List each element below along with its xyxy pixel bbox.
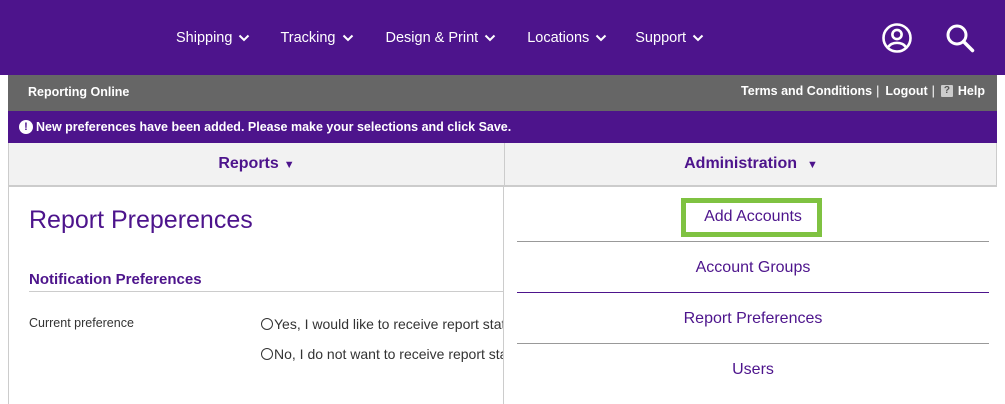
menu-item-report-preferences[interactable]: Report Preferences — [517, 310, 989, 328]
nav-item-tracking[interactable]: Tracking — [280, 30, 353, 46]
nav-item-label: Shipping — [176, 29, 233, 46]
radio-button[interactable] — [261, 318, 273, 330]
chevron-down-icon — [239, 34, 250, 42]
alert-icon: ! — [19, 120, 33, 134]
tab-reports[interactable]: Reports ▼ — [9, 143, 504, 185]
tab-label: Reports — [218, 155, 279, 172]
nav-item-design-print[interactable]: Design & Print — [386, 30, 497, 46]
nav-item-locations[interactable]: Locations — [527, 30, 607, 46]
search-icon[interactable] — [944, 22, 976, 54]
menu-item-add-accounts[interactable]: Add Accounts — [517, 208, 989, 226]
help-link[interactable]: Help — [958, 84, 985, 98]
section-title: Notification Preferences — [29, 271, 202, 288]
divider — [517, 343, 989, 344]
caret-down-icon: ▼ — [283, 159, 295, 171]
utility-links: Terms and Conditions | Logout | ? Help — [741, 84, 985, 98]
separator: | — [876, 84, 880, 98]
nav-item-label: Locations — [527, 29, 590, 46]
tab-administration[interactable]: Administration ▼ — [504, 143, 997, 185]
divider — [517, 241, 989, 242]
separator: | — [931, 84, 935, 98]
page-title: Report Preperences — [29, 206, 253, 234]
radio-button[interactable] — [261, 348, 273, 360]
tab-bar: Reports ▼ Administration ▼ — [8, 143, 997, 187]
nav-item-support[interactable]: Support — [635, 30, 704, 46]
app-title: Reporting Online — [28, 85, 130, 99]
terms-link[interactable]: Terms and Conditions — [741, 84, 872, 98]
notice-banner: ! New preferences have been added. Pleas… — [8, 111, 997, 143]
current-preference-label: Current preference — [29, 316, 134, 330]
divider — [29, 291, 509, 292]
nav-item-label: Support — [635, 29, 687, 46]
caret-down-icon: ▼ — [807, 159, 818, 171]
top-navigation: Shipping Tracking Design & Print Locatio… — [0, 0, 1005, 75]
nav-item-label: Design & Print — [385, 29, 479, 46]
nav-links: Shipping Tracking Design & Print Locatio… — [176, 0, 704, 75]
logout-link[interactable]: Logout — [885, 84, 927, 98]
account-icon[interactable] — [881, 22, 913, 54]
nav-item-label: Tracking — [280, 29, 336, 46]
help-icon[interactable]: ? — [940, 85, 953, 97]
app-subheader: Reporting Online Terms and Conditions | … — [8, 75, 997, 111]
nav-item-shipping[interactable]: Shipping — [176, 30, 250, 46]
divider — [517, 292, 989, 293]
chevron-down-icon — [692, 34, 704, 42]
chevron-down-icon — [342, 34, 353, 42]
chevron-down-icon — [596, 34, 607, 42]
menu-item-account-groups[interactable]: Account Groups — [517, 259, 989, 277]
administration-menu: Add Accounts Account Groups Report Prefe… — [503, 187, 997, 404]
chevron-down-icon — [484, 34, 496, 42]
notice-text: New preferences have been added. Please … — [36, 120, 512, 134]
tab-label: Administration — [684, 155, 797, 172]
menu-item-users[interactable]: Users — [517, 361, 989, 379]
